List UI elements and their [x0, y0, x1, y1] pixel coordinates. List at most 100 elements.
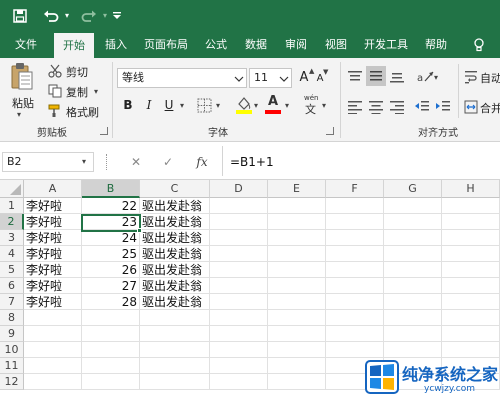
grid-cell[interactable]	[210, 198, 268, 214]
phonetic-guide-icon[interactable]: wén 文	[302, 94, 322, 116]
grid-cell[interactable]	[82, 342, 140, 358]
grid-cell[interactable]	[384, 198, 442, 214]
grid-cell[interactable]	[24, 310, 82, 326]
grid-cell[interactable]	[210, 214, 268, 230]
grid-cell[interactable]	[210, 342, 268, 358]
column-header-b[interactable]: B	[82, 180, 140, 198]
column-header-e[interactable]: E	[268, 180, 326, 198]
grid-cell[interactable]	[384, 278, 442, 294]
row-header[interactable]: 5	[0, 262, 24, 278]
name-box[interactable]: B2	[2, 152, 94, 172]
grid-cell[interactable]	[384, 326, 442, 342]
grid-cell[interactable]	[442, 326, 500, 342]
grid-cell[interactable]	[210, 246, 268, 262]
grid-cell[interactable]	[268, 230, 326, 246]
grid-cell[interactable]	[326, 214, 384, 230]
tab-home[interactable]: 开始	[54, 33, 94, 58]
insert-function-button[interactable]: fx	[192, 151, 212, 173]
row-header[interactable]: 7	[0, 294, 24, 310]
customize-qat-icon[interactable]	[110, 6, 124, 26]
column-header-h[interactable]: H	[442, 180, 500, 198]
grid-cell[interactable]	[268, 246, 326, 262]
grid-cell[interactable]	[210, 262, 268, 278]
wrap-text-icon[interactable]	[464, 70, 478, 84]
merge-center-button[interactable]: 合并	[480, 100, 500, 116]
undo-dropdown-icon[interactable]: ▾	[62, 6, 72, 26]
font-name-select[interactable]: 等线	[117, 68, 247, 88]
grid-cell[interactable]: 李好啦	[24, 294, 82, 310]
grid-cell[interactable]	[268, 342, 326, 358]
grid-cell[interactable]	[326, 326, 384, 342]
orientation-icon[interactable]: a	[416, 68, 436, 86]
grid-cell[interactable]	[24, 358, 82, 374]
grid-cell[interactable]	[82, 310, 140, 326]
grid-cell[interactable]	[326, 278, 384, 294]
grid-cell[interactable]	[442, 262, 500, 278]
copy-icon[interactable]	[48, 84, 62, 98]
borders-dropdown-icon[interactable]: ▾	[216, 101, 220, 110]
grid-cell[interactable]	[140, 342, 210, 358]
grid-cell[interactable]: 驱出发赴翁	[140, 230, 210, 246]
align-center-icon[interactable]	[368, 100, 384, 114]
enter-button[interactable]: ✓	[160, 151, 176, 173]
grid-cell[interactable]: 26	[82, 262, 140, 278]
grid-cell[interactable]	[442, 230, 500, 246]
grid-cell[interactable]	[442, 310, 500, 326]
grid-cell[interactable]: 25	[82, 246, 140, 262]
lightbulb-icon[interactable]	[468, 32, 490, 58]
grid-cell[interactable]	[140, 326, 210, 342]
grid-cell[interactable]	[268, 262, 326, 278]
grid-cell[interactable]	[140, 310, 210, 326]
redo-icon[interactable]	[78, 6, 100, 26]
grid-cell[interactable]	[442, 342, 500, 358]
grid-cell[interactable]	[210, 326, 268, 342]
chevron-down-icon[interactable]	[279, 73, 289, 83]
tab-view[interactable]: 视图	[318, 32, 354, 58]
tab-formulas[interactable]: 公式	[198, 32, 234, 58]
tab-file[interactable]: 文件	[6, 32, 46, 58]
grid-cell[interactable]	[268, 278, 326, 294]
grid-cell[interactable]: 李好啦	[24, 214, 82, 230]
grid-cell[interactable]: 24	[82, 230, 140, 246]
row-header[interactable]: 1	[0, 198, 24, 214]
grid-cell[interactable]: 李好啦	[24, 262, 82, 278]
row-header[interactable]: 4	[0, 246, 24, 262]
column-header-g[interactable]: G	[384, 180, 442, 198]
grid-cell[interactable]: 27	[82, 278, 140, 294]
column-header-a[interactable]: A	[24, 180, 82, 198]
font-launcher-icon[interactable]	[326, 127, 334, 135]
underline-button[interactable]: U	[161, 94, 177, 116]
tab-help[interactable]: 帮助	[418, 32, 454, 58]
paste-icon[interactable]	[10, 62, 34, 92]
grid-cell[interactable]	[326, 262, 384, 278]
row-header[interactable]: 9	[0, 326, 24, 342]
grid-cell[interactable]: 驱出发赴翁	[140, 246, 210, 262]
font-color-icon[interactable]: A	[265, 94, 281, 114]
grid-cell[interactable]	[268, 294, 326, 310]
tab-insert[interactable]: 插入	[96, 32, 136, 58]
grid-cell[interactable]	[384, 342, 442, 358]
grid-cell[interactable]: 李好啦	[24, 230, 82, 246]
grid-cell[interactable]	[140, 358, 210, 374]
formula-input[interactable]: =B1+1	[230, 152, 274, 172]
redo-dropdown-icon[interactable]: ▾	[100, 6, 110, 26]
row-header[interactable]: 8	[0, 310, 24, 326]
format-painter-icon[interactable]	[48, 104, 62, 118]
grid-cell[interactable]	[268, 214, 326, 230]
align-bottom-icon[interactable]	[389, 70, 405, 84]
tab-developer[interactable]: 开发工具	[358, 32, 414, 58]
grid-cell[interactable]: 驱出发赴翁	[140, 278, 210, 294]
cancel-button[interactable]: ✕	[128, 151, 144, 173]
merge-center-icon[interactable]	[464, 100, 478, 114]
grid-cell[interactable]	[210, 358, 268, 374]
grid-cell[interactable]: 驱出发赴翁	[140, 262, 210, 278]
grid-cell[interactable]	[140, 374, 210, 390]
name-box-dropdown-icon[interactable]: ▾	[82, 157, 86, 166]
grid-cell[interactable]	[82, 326, 140, 342]
orientation-dropdown-icon[interactable]: ▾	[434, 73, 438, 82]
format-painter-button[interactable]: 格式刷	[66, 104, 99, 120]
column-header-f[interactable]: F	[326, 180, 384, 198]
column-header-d[interactable]: D	[210, 180, 268, 198]
paste-dropdown-icon[interactable]: ▾	[17, 110, 21, 119]
grid-cell[interactable]: 李好啦	[24, 198, 82, 214]
